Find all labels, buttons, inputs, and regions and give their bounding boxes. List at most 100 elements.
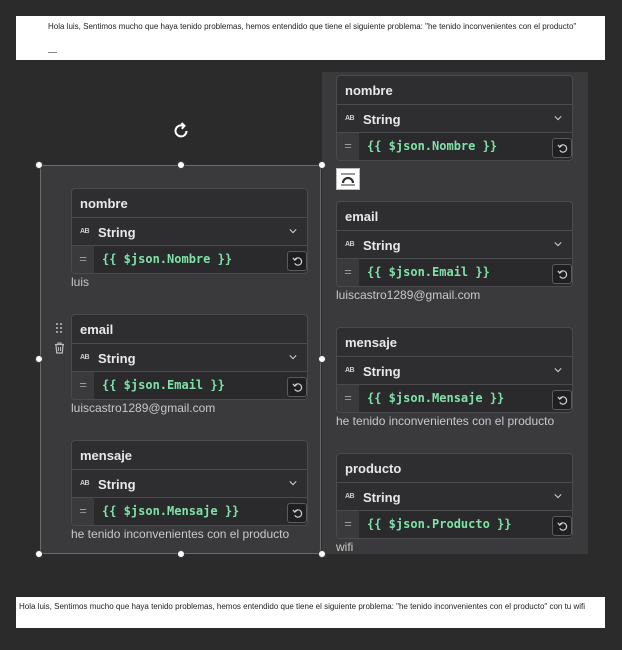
dots-icon[interactable] [336, 168, 360, 190]
type-select[interactable]: AB String [337, 356, 572, 384]
equals-icon: = [72, 246, 94, 273]
field-mensaje-right: mensaje AB String = {{ $json.Mensaje }} … [336, 327, 573, 428]
reset-button[interactable] [552, 390, 572, 410]
expression-input[interactable]: {{ $json.Email }} [367, 265, 490, 279]
resize-handle-top-left[interactable] [35, 161, 43, 169]
field-card: nombre AB String = {{ $json.Nombre }} [336, 75, 573, 161]
resize-handle-left[interactable] [35, 355, 43, 363]
field-card: email AB String = {{ $json.Email }} [336, 201, 573, 287]
field-name-row[interactable]: nombre [72, 189, 307, 217]
email-preview-bottom: Hola luis, Sentimos mucho que haya tenid… [16, 597, 605, 628]
field-name-row[interactable]: mensaje [72, 441, 307, 469]
reset-button[interactable] [287, 377, 307, 397]
expression-input[interactable]: {{ $json.Mensaje }} [102, 504, 239, 518]
chevron-down-icon[interactable] [289, 479, 297, 487]
reset-icon [292, 509, 303, 518]
reset-button[interactable] [287, 251, 307, 271]
value-row[interactable]: = {{ $json.Producto }} [337, 510, 572, 538]
type-label: String [98, 477, 136, 492]
field-name[interactable]: email [80, 322, 113, 337]
type-label: String [363, 112, 401, 127]
expression-input[interactable]: {{ $json.Producto }} [367, 517, 512, 531]
field-result: he tenido inconvenientes con el producto [336, 414, 555, 428]
equals-icon: = [72, 498, 94, 525]
field-name-row[interactable]: email [337, 202, 572, 230]
field-name[interactable]: mensaje [80, 448, 132, 463]
type-select[interactable]: AB String [337, 104, 572, 132]
equals-icon: = [337, 511, 359, 538]
chevron-down-icon[interactable] [554, 366, 562, 374]
chevron-down-icon[interactable] [289, 353, 297, 361]
reset-button[interactable] [287, 503, 307, 523]
email-preview-top-line1: Hola luis, Sentimos mucho que haya tenid… [48, 22, 577, 31]
field-nombre-left: nombre AB String = {{ $json.Nombre }} lu… [71, 188, 308, 289]
field-card: producto AB String = {{ $json.Producto }… [336, 453, 573, 539]
resize-handle-top-right[interactable] [318, 161, 326, 169]
reset-icon [557, 270, 568, 279]
field-name-row[interactable]: mensaje [337, 328, 572, 356]
reset-button[interactable] [552, 264, 572, 284]
expression-input[interactable]: {{ $json.Mensaje }} [367, 391, 504, 405]
field-nombre-right: nombre AB String = {{ $json.Nombre }} [336, 75, 573, 161]
type-label: String [363, 490, 401, 505]
resize-handle-bottom[interactable] [177, 550, 185, 558]
equals-icon: = [337, 133, 359, 160]
type-select[interactable]: AB String [72, 343, 307, 371]
string-type-icon: AB [80, 480, 90, 487]
field-producto-right: producto AB String = {{ $json.Producto }… [336, 453, 573, 554]
field-name[interactable]: producto [345, 461, 401, 476]
field-name[interactable]: email [345, 209, 378, 224]
expression-input[interactable]: {{ $json.Nombre }} [367, 139, 497, 153]
reset-icon [292, 257, 303, 266]
value-row[interactable]: = {{ $json.Email }} [337, 258, 572, 286]
reset-button[interactable] [552, 138, 572, 158]
trash-icon[interactable] [54, 342, 65, 354]
email-preview-top: Hola luis, Sentimos mucho que haya tenid… [16, 16, 605, 60]
value-row[interactable]: = {{ $json.Nombre }} [337, 132, 572, 160]
field-name[interactable]: nombre [80, 196, 128, 211]
type-select[interactable]: AB String [337, 230, 572, 258]
type-label: String [98, 225, 136, 240]
field-email-left: email AB String = {{ $json.Email }} luis… [71, 314, 308, 415]
type-label: String [98, 351, 136, 366]
value-row[interactable]: = {{ $json.Email }} [72, 371, 307, 399]
field-mensaje-left: mensaje AB String = {{ $json.Mensaje }} … [71, 440, 308, 541]
expression-input[interactable]: {{ $json.Nombre }} [102, 252, 232, 266]
resize-handle-right[interactable] [318, 355, 326, 363]
resize-handle-bottom-left[interactable] [35, 550, 43, 558]
field-name-row[interactable]: email [72, 315, 307, 343]
chevron-down-icon[interactable] [554, 492, 562, 500]
field-name-row[interactable]: producto [337, 454, 572, 482]
equals-icon: = [337, 259, 359, 286]
string-type-icon: AB [345, 493, 355, 500]
drag-handle-icon[interactable] [55, 322, 63, 334]
reset-icon [292, 383, 303, 392]
field-name[interactable]: nombre [345, 83, 393, 98]
chevron-down-icon[interactable] [554, 114, 562, 122]
field-email-right: email AB String = {{ $json.Email }} luis… [336, 201, 573, 302]
resize-handle-top[interactable] [177, 161, 185, 169]
reset-button[interactable] [552, 516, 572, 536]
rotate-icon[interactable] [171, 121, 191, 141]
type-select[interactable]: AB String [72, 217, 307, 245]
resize-handle-bottom-right[interactable] [318, 550, 326, 558]
chevron-down-icon[interactable] [554, 240, 562, 248]
field-card: nombre AB String = {{ $json.Nombre }} [71, 188, 308, 274]
type-select[interactable]: AB String [337, 482, 572, 510]
field-name[interactable]: mensaje [345, 335, 397, 350]
field-name-row[interactable]: nombre [337, 76, 572, 104]
value-row[interactable]: = {{ $json.Nombre }} [72, 245, 307, 273]
type-label: String [363, 238, 401, 253]
type-label: String [363, 364, 401, 379]
reset-icon [557, 522, 568, 531]
expression-input[interactable]: {{ $json.Email }} [102, 378, 225, 392]
field-result: luiscastro1289@gmail.com [336, 288, 481, 302]
string-type-icon: AB [345, 115, 355, 122]
field-card: email AB String = {{ $json.Email }} [71, 314, 308, 400]
value-row[interactable]: = {{ $json.Mensaje }} [72, 497, 307, 525]
field-card: mensaje AB String = {{ $json.Mensaje }} [336, 327, 573, 413]
value-row[interactable]: = {{ $json.Mensaje }} [337, 384, 572, 412]
email-preview-bottom-line1: Hola luis, Sentimos mucho que haya tenid… [19, 602, 586, 611]
type-select[interactable]: AB String [72, 469, 307, 497]
chevron-down-icon[interactable] [289, 227, 297, 235]
